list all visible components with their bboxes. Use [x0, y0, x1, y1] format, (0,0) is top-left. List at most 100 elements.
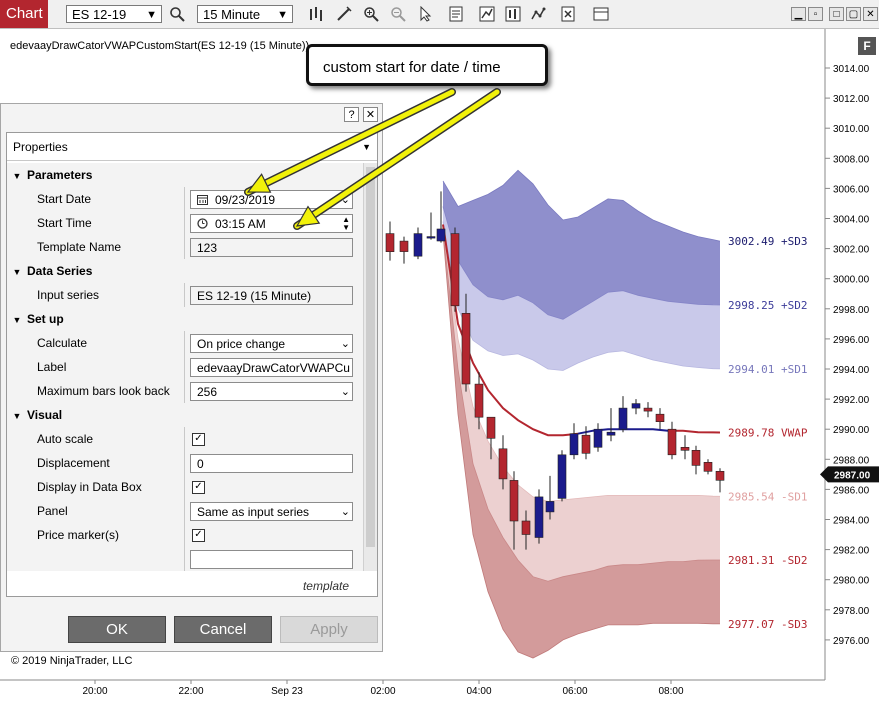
down-candle: [680, 446, 690, 451]
property-label: Price marker(s): [37, 528, 120, 542]
down-candle: [498, 448, 508, 480]
up-candle: [631, 403, 641, 409]
max-bars-select[interactable]: 256 ⌄: [190, 382, 353, 401]
chevron-down-icon: ⌄: [338, 383, 350, 400]
scroll-thumb[interactable]: [366, 167, 375, 547]
down-candle: [667, 428, 677, 456]
property-displacement: Displacement 0: [7, 451, 363, 475]
category-visual[interactable]: ▼ Visual: [7, 403, 363, 427]
category-label: Data Series: [27, 264, 93, 278]
up-candle: [436, 228, 446, 242]
time-tick-label: 22:00: [178, 686, 203, 697]
category-data-series[interactable]: ▼ Data Series: [7, 259, 363, 283]
up-candle: [545, 501, 555, 513]
category-label: Set up: [27, 312, 64, 326]
ok-button[interactable]: OK: [68, 616, 166, 643]
close-icon[interactable]: ✕: [363, 107, 378, 122]
separator: [184, 187, 185, 211]
band-label-sd2-dn: 2981.31 -SD2: [728, 554, 807, 567]
category-setup[interactable]: ▼ Set up: [7, 307, 363, 331]
price-tick-label: 2982.00: [833, 546, 870, 557]
property-label: Panel: [37, 504, 68, 518]
collapse-icon[interactable]: ▼: [7, 164, 27, 188]
price-markers-checkbox[interactable]: ✓: [192, 529, 205, 542]
property-label: Input series: [37, 288, 100, 302]
separator: [184, 379, 185, 403]
properties-header[interactable]: Properties ▼: [7, 133, 377, 161]
separator: [184, 355, 185, 379]
category-label: Parameters: [27, 168, 93, 182]
down-candle: [691, 449, 701, 466]
separator: [184, 475, 185, 499]
separator: [184, 427, 185, 451]
collapse-icon[interactable]: ▼: [7, 260, 27, 284]
start-time-picker[interactable]: 03:15 AM ▲ ▼: [190, 214, 353, 233]
up-candle: [569, 433, 579, 456]
time-tick-label: Sep 23: [271, 686, 303, 697]
calculate-value: On price change: [197, 337, 286, 351]
collapse-icon[interactable]: ▼: [7, 308, 27, 332]
label-input[interactable]: edevaayDrawCatorVWAPCu: [190, 358, 353, 377]
property-label: Calculate: [37, 336, 88, 350]
property-input-series: Input series ES 12-19 (15 Minute): [7, 283, 363, 307]
chevron-down-icon: ⌄: [338, 335, 350, 352]
up-candle: [557, 454, 567, 499]
clock-icon: [197, 218, 208, 229]
apply-button[interactable]: Apply: [280, 616, 378, 643]
property-label-field: Label edevaayDrawCatorVWAPCu: [7, 355, 363, 379]
property-label: Start Date: [37, 192, 92, 206]
separator: [184, 523, 185, 547]
property-auto-scale: Auto scale ✓: [7, 427, 363, 451]
chevron-down-icon: ⌄: [338, 191, 350, 208]
display-data-box-checkbox[interactable]: ✓: [192, 481, 205, 494]
price-tick-label: 3010.00: [833, 124, 870, 135]
price-tick-label: 3014.00: [833, 64, 870, 75]
template-name-input[interactable]: 123: [190, 238, 353, 257]
max-bars-value: 256: [197, 385, 218, 399]
help-icon[interactable]: ?: [344, 107, 359, 122]
up-candle: [618, 407, 628, 430]
property-label: Template Name: [37, 240, 122, 254]
chevron-down-icon: ▼: [362, 142, 371, 152]
property-label: Display in Data Box: [37, 480, 142, 494]
calendar-icon: [197, 195, 208, 205]
price-tick-label: 2996.00: [833, 335, 870, 346]
band-label-sd3-up: 3002.49 +SD3: [728, 235, 807, 248]
spinner-icon[interactable]: ▲ ▼: [340, 216, 350, 232]
properties-panel: Properties ▼ ▼ Parameters Start Date 09/2…: [6, 132, 378, 597]
calculate-select[interactable]: On price change ⌄: [190, 334, 353, 353]
band-label-vwap: 2989.78 VWAP: [728, 427, 808, 440]
input-series-field[interactable]: ES 12-19 (15 Minute): [190, 286, 353, 305]
cut-off-select[interactable]: [190, 550, 353, 569]
price-tick-label: 3004.00: [833, 215, 870, 226]
property-display-data-box: Display in Data Box ✓: [7, 475, 363, 499]
price-tick-label: 3006.00: [833, 184, 870, 195]
template-link[interactable]: template: [303, 579, 349, 593]
down-candle: [399, 240, 409, 252]
cancel-button[interactable]: Cancel: [174, 616, 272, 643]
time-tick-label: 02:00: [370, 686, 395, 697]
property-scrollbar[interactable]: [363, 163, 377, 571]
panel-select[interactable]: Same as input series ⌄: [190, 502, 353, 521]
time-tick-label: 20:00: [82, 686, 107, 697]
property-template-name: Template Name 123: [7, 235, 363, 259]
category-parameters[interactable]: ▼ Parameters: [7, 163, 363, 187]
auto-scale-checkbox[interactable]: ✓: [192, 433, 205, 446]
price-tick-label: 2992.00: [833, 395, 870, 406]
price-tick-label: 2990.00: [833, 425, 870, 436]
up-candle: [534, 496, 544, 538]
start-date-picker[interactable]: 09/23/2019 ⌄: [190, 190, 353, 209]
up-candle: [593, 428, 603, 448]
band-label-sd1-dn: 2985.54 -SD1: [728, 490, 807, 503]
down-candle: [486, 416, 496, 439]
price-tick-label: 2994.00: [833, 365, 870, 376]
band-label-sd1-up: 2994.01 +SD1: [728, 363, 807, 376]
f-button[interactable]: F: [858, 37, 876, 55]
price-tick-label: 3012.00: [833, 94, 870, 105]
collapse-icon[interactable]: ▼: [7, 404, 27, 428]
property-label: Label: [37, 360, 67, 374]
property-calculate: Calculate On price change ⌄: [7, 331, 363, 355]
property-start-date: Start Date 09/23/2019 ⌄: [7, 187, 363, 211]
displacement-input[interactable]: 0: [190, 454, 353, 473]
price-tick-label: 2986.00: [833, 485, 870, 496]
